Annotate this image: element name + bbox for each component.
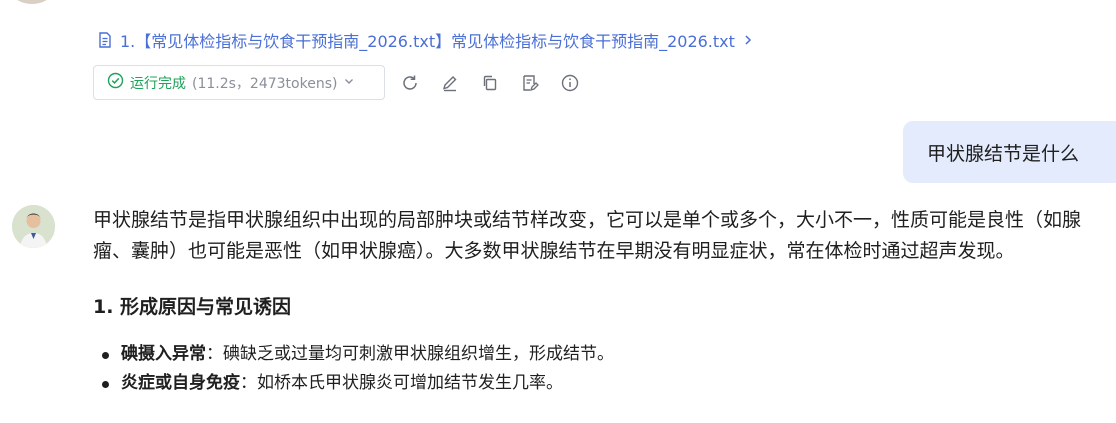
assistant-answer: 甲状腺结节是指甲状腺组织中出现的局部肿块或结节样改变，它可以是单个或多个，大小不… bbox=[93, 205, 1093, 398]
reference-link[interactable]: 1.【常见体检指标与饮食干预指南_2026.txt】常见体检指标与饮食干预指南_… bbox=[96, 28, 755, 52]
chevron-right-icon[interactable] bbox=[741, 33, 755, 47]
refresh-icon[interactable] bbox=[399, 72, 421, 94]
list-item-text: ：如桥本氏甲状腺炎可增加结节发生几率。 bbox=[240, 373, 563, 393]
answer-bullet-list: 碘摄入异常：碘缺乏或过量均可刺激甲状腺组织增生，形成结节。 炎症或自身免疫：如桥… bbox=[93, 340, 1093, 398]
run-status-dropdown[interactable]: 运行完成 (11.2s，2473tokens) bbox=[93, 65, 385, 100]
assistant-avatar bbox=[12, 205, 55, 248]
avatar bbox=[12, 0, 52, 4]
note-icon[interactable] bbox=[519, 72, 541, 94]
list-item-text: ：碘缺乏或过量均可刺激甲状腺组织增生，形成结节。 bbox=[206, 344, 614, 364]
run-status-row: 运行完成 (11.2s，2473tokens) bbox=[93, 65, 581, 100]
answer-intro: 甲状腺结节是指甲状腺组织中出现的局部肿块或结节样改变，它可以是单个或多个，大小不… bbox=[93, 209, 1082, 262]
reference-text[interactable]: 1.【常见体检指标与饮食干预指南_2026.txt】常见体检指标与饮食干预指南_… bbox=[120, 28, 735, 52]
list-item: 炎症或自身免疫：如桥本氏甲状腺炎可增加结节发生几率。 bbox=[93, 369, 1093, 398]
answer-section-title: 1. 形成原因与常见诱因 bbox=[93, 296, 292, 318]
document-icon bbox=[96, 31, 114, 49]
message-actions bbox=[399, 72, 581, 94]
run-status-meta: (11.2s，2473tokens) bbox=[192, 75, 338, 92]
copy-icon[interactable] bbox=[479, 72, 501, 94]
list-item: 碘摄入异常：碘缺乏或过量均可刺激甲状腺组织增生，形成结节。 bbox=[93, 340, 1093, 369]
list-item-term: 炎症或自身免疫 bbox=[121, 373, 240, 393]
user-message-bubble: 甲状腺结节是什么 bbox=[903, 121, 1116, 183]
chat-page: 1.【常见体检指标与饮食干预指南_2026.txt】常见体检指标与饮食干预指南_… bbox=[0, 0, 1116, 423]
user-message-text: 甲状腺结节是什么 bbox=[927, 142, 1080, 165]
info-icon[interactable] bbox=[559, 72, 581, 94]
list-item-term: 碘摄入异常 bbox=[121, 344, 206, 364]
run-status-label: 运行完成 bbox=[130, 75, 186, 92]
chevron-down-icon[interactable] bbox=[343, 75, 355, 91]
check-circle-icon bbox=[107, 72, 124, 93]
edit-icon[interactable] bbox=[439, 72, 461, 94]
